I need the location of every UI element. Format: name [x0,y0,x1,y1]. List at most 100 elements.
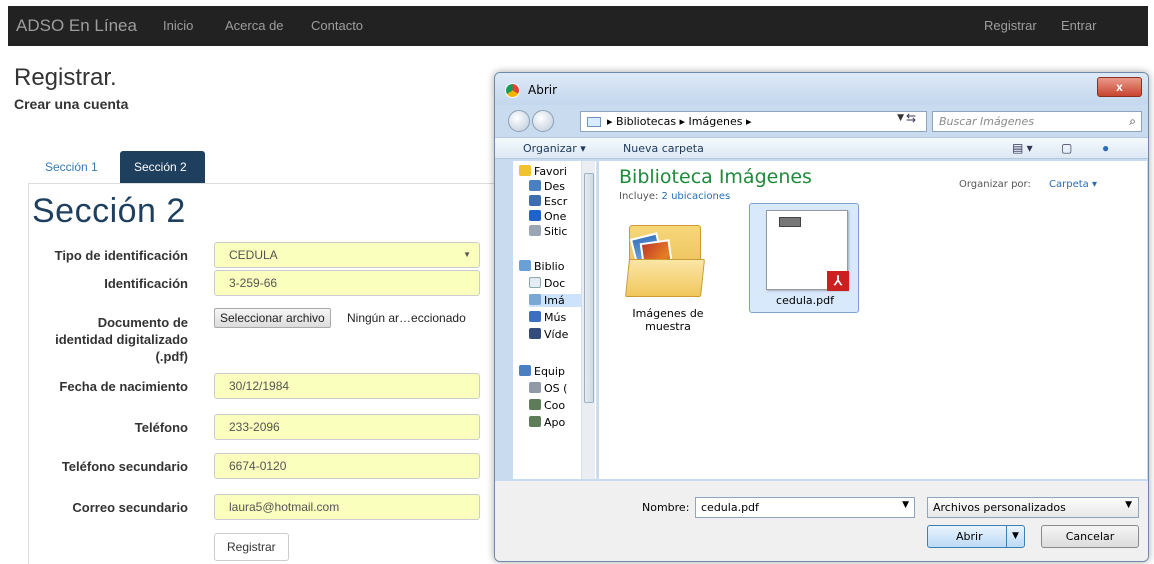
folder-sample-images[interactable]: Imágenes de muestra [623,211,713,351]
filename-input[interactable]: cedula.pdf ▼ [695,497,915,518]
sites-icon [529,225,541,236]
nav-favorites[interactable]: Favori [519,165,579,178]
document-icon [529,277,541,288]
folder-label: Imágenes de muestra [632,307,704,333]
document-label-line-3: (.pdf) [155,349,188,364]
page-title: Registrar. [14,64,117,91]
view-options-icon[interactable]: ▤ ▾ [1012,141,1033,155]
nav-escritorio[interactable]: Escr [529,195,589,208]
folder-icon [587,117,601,127]
document-label-line-2: identidad digitalizado [55,332,188,347]
file-list-pane: Biblioteca Imágenes Incluye: 2 ubicacion… [599,161,1147,479]
brand-link[interactable]: ADSO En Línea [16,16,137,36]
nav-libraries[interactable]: Biblio [519,260,579,273]
nav-computer[interactable]: Equip [519,365,579,378]
forward-arrow-icon[interactable] [532,110,554,132]
folder-front [625,259,705,297]
arrange-by-label: Organizar por: [959,179,1031,190]
music-icon [529,311,541,322]
birthdate-input[interactable]: 30/12/1984 [214,373,480,399]
id-type-label: Tipo de identificación [54,248,188,263]
nav-os-drive[interactable]: OS ( [529,382,589,395]
register-button[interactable]: Registrar [214,533,289,561]
document-label: Documento de identidad digitalizado (.pd… [10,314,188,365]
refresh-icon[interactable]: ⇆ [906,111,916,125]
nav-music[interactable]: Mús [529,311,589,324]
file-label: cedula.pdf [776,294,834,307]
phone-label: Teléfono [134,420,188,435]
top-navbar: ADSO En Línea Inicio Acerca de Contacto … [8,6,1148,46]
chevron-down-icon[interactable]: ▼ [902,500,909,510]
birthdate-label: Fecha de nacimiento [59,379,188,394]
filename-label: Nombre: [642,501,690,514]
nav-images[interactable]: Imá [529,294,589,307]
close-button[interactable]: x [1097,77,1142,97]
id-type-select[interactable]: CEDULA ▼ [214,242,480,268]
search-placeholder: Buscar Imágenes [939,115,1034,128]
dialog-title: Abrir [528,83,558,97]
pdf-icon: ⅄ [827,271,849,291]
nav-documents[interactable]: Doc [529,277,589,290]
search-input[interactable]: Buscar Imágenes ⌕ [932,111,1142,132]
cancel-button[interactable]: Cancelar [1041,525,1139,548]
nav-sitios[interactable]: Sitic [529,225,589,238]
nav-desktop[interactable]: Des [529,180,589,193]
chevron-down-icon[interactable]: ▼ [1006,526,1024,547]
nav-link-acerca[interactable]: Acerca de [225,18,284,33]
secondary-email-input[interactable]: laura5@hotmail.com [214,494,480,520]
address-bar[interactable]: ▸ Bibliotecas ▸ Imágenes ▸ ▼ [580,111,927,132]
document-label-line-1: Documento de [97,315,188,330]
pdf-thumbnail: ⅄ [766,210,849,291]
secondary-phone-input[interactable]: 6674-0120 [214,453,480,479]
locations-link[interactable]: 2 ubicaciones [662,191,731,202]
phone-input[interactable]: 233-2096 [214,414,480,440]
id-type-value: CEDULA [229,248,278,262]
nav-scrollbar[interactable] [581,161,595,479]
nav-onedrive[interactable]: One [529,210,589,223]
organize-button[interactable]: Organizar ▾ [523,142,586,155]
nav-link-registrar[interactable]: Registrar [984,18,1037,33]
page-subtitle: Crear una cuenta [14,96,129,112]
nav-link-inicio[interactable]: Inicio [163,18,193,33]
nav-videos[interactable]: Víde [529,328,589,341]
back-arrow-icon[interactable] [508,110,530,132]
tab-seccion-2[interactable]: Sección 2 [120,151,205,183]
video-icon [529,328,541,339]
network-drive-icon [529,399,541,410]
cloud-icon [529,210,541,221]
secondary-phone-label: Teléfono secundario [61,459,188,474]
image-thumbnail [779,217,801,227]
dialog-nav-row: ▸ Bibliotecas ▸ Imágenes ▸ ▼ ⇆ Buscar Im… [495,106,1148,136]
search-icon[interactable]: ⌕ [1129,114,1136,129]
dialog-toolbar: Organizar ▾ Nueva carpeta ▤ ▾ ▢ ● [495,137,1148,159]
scrollbar-thumb[interactable] [584,173,594,403]
id-number-input[interactable]: 3-259-66 [214,270,480,296]
arrange-by-dropdown[interactable]: Carpeta ▾ [1049,179,1097,190]
open-button[interactable]: Abrir ▼ [927,525,1025,548]
nav-link-entrar[interactable]: Entrar [1061,18,1096,33]
nav-network-coo[interactable]: Coo [529,399,589,412]
star-icon [519,165,531,176]
dialog-titlebar[interactable]: Abrir x [495,73,1148,105]
desktop-icon [529,180,541,191]
open-file-dialog: Abrir x ▸ Bibliotecas ▸ Imágenes ▸ ▼ ⇆ B… [494,72,1149,562]
secondary-email-label: Correo secundario [72,500,188,515]
help-icon[interactable]: ● [1102,141,1109,155]
choose-file-button[interactable]: Seleccionar archivo [214,308,331,328]
pictures-icon [529,294,541,305]
id-number-label: Identificación [104,276,188,291]
new-folder-button[interactable]: Nueva carpeta [623,142,704,155]
computer-icon [519,365,531,376]
file-type-select[interactable]: Archivos personalizados ▼ [927,497,1139,518]
nav-network-apo[interactable]: Apo [529,416,589,429]
tab-seccion-1[interactable]: Sección 1 [31,151,112,183]
file-cedula-pdf[interactable]: ⅄ cedula.pdf [749,203,859,313]
section-title: Sección 2 [32,192,186,230]
preview-pane-icon[interactable]: ▢ [1061,141,1072,155]
chevron-down-icon[interactable]: ▼ [897,113,904,123]
nav-link-contacto[interactable]: Contacto [311,18,363,33]
breadcrumb: ▸ Bibliotecas ▸ Imágenes ▸ [607,115,752,128]
chrome-icon [505,83,520,98]
library-icon [519,260,531,271]
file-status: Ningún ar…eccionado [347,311,466,325]
